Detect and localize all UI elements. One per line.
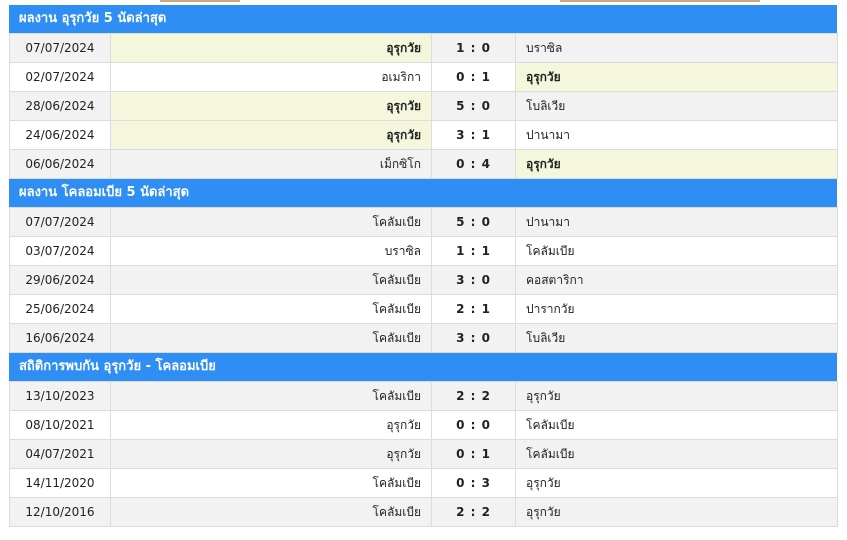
table-row: 03/07/2024 บราซิล 1 : 1 โคลัมเบีย (9, 236, 838, 266)
section-header-head-to-head: สถิติการพบกัน อุรุกวัย - โคลอมเบีย (9, 353, 837, 381)
home-team: อเมริกา (110, 62, 432, 92)
home-team: โคลัมเบีย (110, 207, 432, 237)
match-score: 2 : 2 (431, 381, 516, 411)
table-row: 29/06/2024 โคลัมเบีย 3 : 0 คอสตาริกา (9, 265, 838, 295)
table-uruguay-recent: 07/07/2024 อุรุกวัย 1 : 0 บราซิล 02/07/2… (9, 33, 838, 179)
table-row: 07/07/2024 โคลัมเบีย 5 : 0 ปานามา (9, 207, 838, 237)
match-date: 14/11/2020 (9, 468, 111, 498)
match-score: 2 : 1 (431, 294, 516, 324)
match-date: 13/10/2023 (9, 381, 111, 411)
match-date: 02/07/2024 (9, 62, 111, 92)
table-row: 04/07/2021 อุรุกวัย 0 : 1 โคลัมเบีย (9, 439, 838, 469)
section-header-uruguay-recent: ผลงาน อุรุกวัย 5 นัดล่าสุด (9, 5, 837, 33)
away-team: โคลัมเบีย (515, 236, 838, 266)
match-date: 08/10/2021 (9, 410, 111, 440)
table-row: 14/11/2020 โคลัมเบีย 0 : 3 อุรุกวัย (9, 468, 838, 498)
away-team: ปานามา (515, 207, 838, 237)
match-score: 3 : 0 (431, 323, 516, 353)
home-team: อุรุกวัย (110, 91, 432, 121)
away-team: อุรุกวัย (515, 381, 838, 411)
match-score: 3 : 1 (431, 120, 516, 150)
match-score: 3 : 0 (431, 265, 516, 295)
home-team: อุรุกวัย (110, 439, 432, 469)
away-team: บราซิล (515, 33, 838, 63)
table-row: 07/07/2024 อุรุกวัย 1 : 0 บราซิล (9, 33, 838, 63)
table-row: 08/10/2021 อุรุกวัย 0 : 0 โคลัมเบีย (9, 410, 838, 440)
image-edge-left (160, 0, 240, 2)
match-date: 28/06/2024 (9, 91, 111, 121)
table-row: 12/10/2016 โคลัมเบีย 2 : 2 อุรุกวัย (9, 497, 838, 527)
away-team: คอสตาริกา (515, 265, 838, 295)
match-date: 06/06/2024 (9, 149, 111, 179)
home-team: บราซิล (110, 236, 432, 266)
match-score: 1 : 0 (431, 33, 516, 63)
home-team: โคลัมเบีย (110, 468, 432, 498)
match-score: 0 : 4 (431, 149, 516, 179)
away-team: โบลิเวีย (515, 323, 838, 353)
away-team: โบลิเวีย (515, 91, 838, 121)
match-date: 16/06/2024 (9, 323, 111, 353)
home-team: อุรุกวัย (110, 33, 432, 63)
match-date: 12/10/2016 (9, 497, 111, 527)
home-team: อุรุกวัย (110, 120, 432, 150)
match-date: 04/07/2021 (9, 439, 111, 469)
match-date: 25/06/2024 (9, 294, 111, 324)
away-team: โคลัมเบีย (515, 439, 838, 469)
match-score: 5 : 0 (431, 91, 516, 121)
match-date: 29/06/2024 (9, 265, 111, 295)
match-date: 03/07/2024 (9, 236, 111, 266)
table-row: 06/06/2024 เม็กซิโก 0 : 4 อุรุกวัย (9, 149, 838, 179)
match-date: 24/06/2024 (9, 120, 111, 150)
table-head-to-head: 13/10/2023 โคลัมเบีย 2 : 2 อุรุกวัย 08/1… (9, 381, 838, 527)
away-team: อุรุกวัย (515, 149, 838, 179)
table-row: 13/10/2023 โคลัมเบีย 2 : 2 อุรุกวัย (9, 381, 838, 411)
away-team: ปานามา (515, 120, 838, 150)
match-score: 2 : 2 (431, 497, 516, 527)
home-team: เม็กซิโก (110, 149, 432, 179)
results-panel: ผลงาน อุรุกวัย 5 นัดล่าสุด 07/07/2024 อุ… (9, 5, 838, 527)
match-score: 0 : 3 (431, 468, 516, 498)
match-score: 0 : 0 (431, 410, 516, 440)
away-team: อุรุกวัย (515, 468, 838, 498)
match-score: 5 : 0 (431, 207, 516, 237)
away-team: โคลัมเบีย (515, 410, 838, 440)
home-team: โคลัมเบีย (110, 294, 432, 324)
match-score: 0 : 1 (431, 439, 516, 469)
table-row: 24/06/2024 อุรุกวัย 3 : 1 ปานามา (9, 120, 838, 150)
home-team: โคลัมเบีย (110, 497, 432, 527)
home-team: โคลัมเบีย (110, 381, 432, 411)
home-team: โคลัมเบีย (110, 323, 432, 353)
table-colombia-recent: 07/07/2024 โคลัมเบีย 5 : 0 ปานามา 03/07/… (9, 207, 838, 353)
table-row: 16/06/2024 โคลัมเบีย 3 : 0 โบลิเวีย (9, 323, 838, 353)
table-row: 28/06/2024 อุรุกวัย 5 : 0 โบลิเวีย (9, 91, 838, 121)
match-date: 07/07/2024 (9, 207, 111, 237)
table-row: 25/06/2024 โคลัมเบีย 2 : 1 ปารากวัย (9, 294, 838, 324)
away-team: ปารากวัย (515, 294, 838, 324)
table-row: 02/07/2024 อเมริกา 0 : 1 อุรุกวัย (9, 62, 838, 92)
match-score: 0 : 1 (431, 62, 516, 92)
match-score: 1 : 1 (431, 236, 516, 266)
home-team: โคลัมเบีย (110, 265, 432, 295)
match-date: 07/07/2024 (9, 33, 111, 63)
section-header-colombia-recent: ผลงาน โคลอมเบีย 5 นัดล่าสุด (9, 179, 837, 207)
away-team: อุรุกวัย (515, 497, 838, 527)
home-team: อุรุกวัย (110, 410, 432, 440)
away-team: อุรุกวัย (515, 62, 838, 92)
image-edge-right (560, 0, 760, 2)
